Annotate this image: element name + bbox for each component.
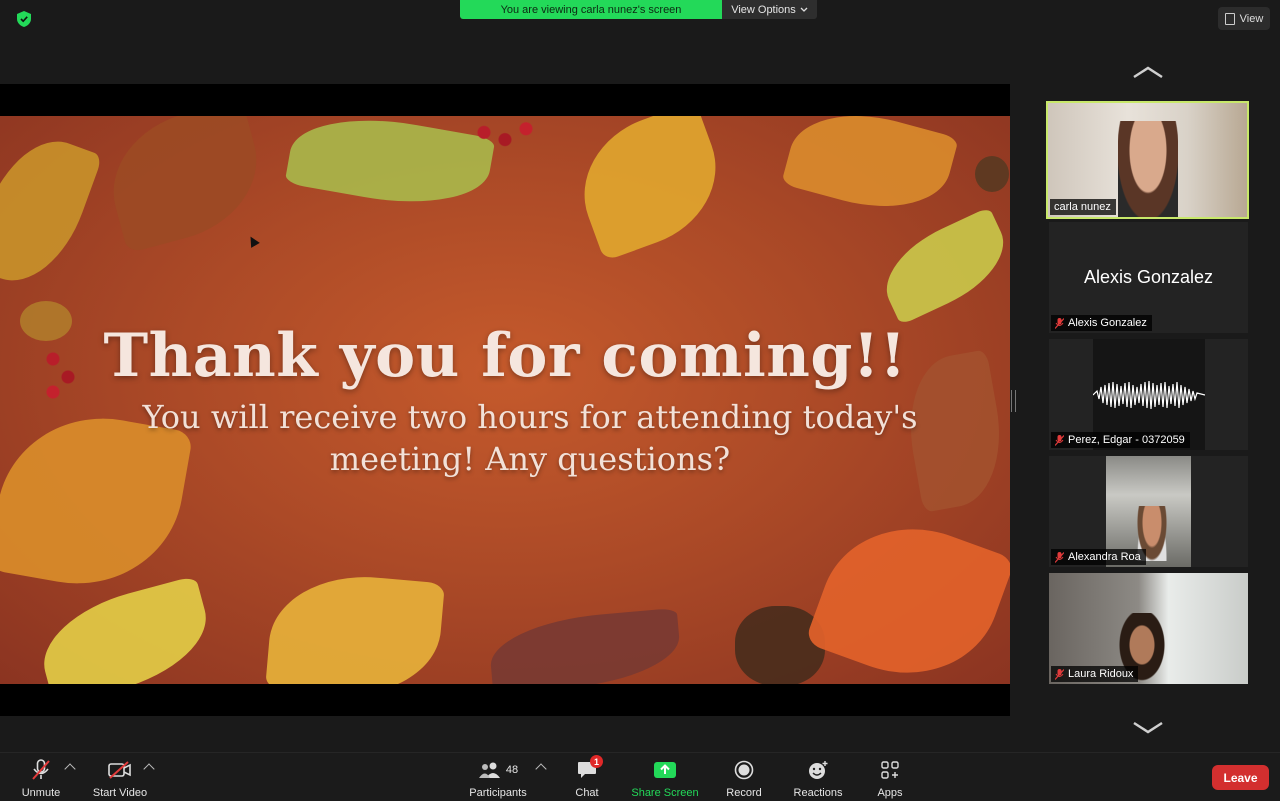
participants-count: 48 bbox=[505, 764, 519, 776]
leaf-decoration bbox=[487, 607, 683, 684]
view-options-button[interactable]: View Options bbox=[722, 0, 817, 19]
audio-waveform-icon bbox=[1093, 380, 1205, 410]
view-options-label: View Options bbox=[731, 3, 796, 16]
leaf-decoration bbox=[804, 501, 1010, 684]
participant-name: Alexandra Roa bbox=[1068, 551, 1141, 563]
participants-label: Participants bbox=[469, 787, 527, 799]
apps-icon bbox=[881, 759, 899, 781]
record-label: Record bbox=[726, 787, 762, 799]
slide-title: Thank you for coming!! bbox=[103, 321, 907, 391]
participants-icon bbox=[478, 762, 500, 778]
video-tile-active-speaker[interactable]: carla nunez bbox=[1046, 101, 1249, 219]
reactions-label: Reactions bbox=[793, 787, 843, 799]
meeting-toolbar: Unmute Start Video 48 Participants 1 Cha… bbox=[0, 752, 1280, 801]
leaf-decoration bbox=[563, 116, 737, 262]
participants-options-caret-icon[interactable] bbox=[535, 763, 547, 775]
muted-mic-icon bbox=[1054, 668, 1065, 680]
pinecone-decoration bbox=[735, 606, 825, 684]
chevron-down-icon bbox=[800, 7, 808, 12]
tile-name-label: Laura Ridoux bbox=[1051, 666, 1139, 682]
participants-icon-group: 48 bbox=[478, 759, 518, 781]
leaf-decoration bbox=[0, 125, 103, 297]
top-bar: You are viewing carla nunez's screen Vie… bbox=[0, 0, 1280, 38]
record-button[interactable]: Record bbox=[724, 759, 764, 799]
share-screen-button[interactable]: Share Screen bbox=[630, 759, 700, 799]
start-video-button[interactable]: Start Video bbox=[90, 759, 150, 799]
leaf-decoration bbox=[871, 206, 1010, 326]
chat-label: Chat bbox=[575, 787, 599, 799]
share-screen-icon bbox=[654, 759, 676, 781]
video-tile[interactable]: Alexis Gonzalez Alexis Gonzalez bbox=[1049, 222, 1248, 333]
participant-display-name: Alexis Gonzalez bbox=[1083, 267, 1214, 287]
berries-decoration bbox=[470, 118, 540, 154]
video-tile[interactable]: Alexandra Roa bbox=[1049, 456, 1248, 567]
apps-button[interactable]: Apps bbox=[872, 759, 908, 799]
view-label: View bbox=[1239, 12, 1264, 25]
video-tile[interactable]: Laura Ridoux bbox=[1049, 573, 1248, 684]
tile-name-label: Alexis Gonzalez bbox=[1051, 315, 1152, 331]
video-tile[interactable]: Perez, Edgar - 0372059 bbox=[1049, 339, 1248, 450]
chat-unread-badge: 1 bbox=[590, 755, 603, 768]
unmute-button[interactable]: Unmute bbox=[20, 759, 62, 799]
tile-name-label: carla nunez bbox=[1050, 199, 1116, 215]
tile-name-label: Alexandra Roa bbox=[1051, 549, 1146, 565]
gallery-up-button[interactable] bbox=[1132, 64, 1164, 80]
tile-name-label: Perez, Edgar - 0372059 bbox=[1051, 432, 1190, 448]
participant-person bbox=[1118, 121, 1178, 217]
leaf-decoration bbox=[31, 575, 219, 684]
slide-subtitle: You will receive two hours for attending… bbox=[142, 398, 918, 478]
presentation-slide: Thank you for coming!! You will receive … bbox=[0, 116, 1010, 684]
gallery-down-button[interactable] bbox=[1132, 720, 1164, 736]
leaf-decoration bbox=[97, 116, 273, 254]
record-icon bbox=[734, 759, 754, 781]
chevron-down-icon bbox=[1133, 721, 1163, 734]
participant-name: Alexis Gonzalez bbox=[1068, 317, 1147, 329]
participant-name: Laura Ridoux bbox=[1068, 668, 1134, 680]
reactions-icon bbox=[807, 759, 829, 781]
chat-button[interactable]: 1 Chat bbox=[568, 755, 606, 799]
view-layout-icon bbox=[1224, 12, 1235, 25]
share-screen-label: Share Screen bbox=[631, 787, 699, 799]
participant-name: carla nunez bbox=[1054, 201, 1111, 213]
leaf-decoration bbox=[265, 568, 445, 684]
muted-mic-icon bbox=[1054, 434, 1065, 446]
security-shield-icon[interactable] bbox=[12, 8, 36, 30]
mouse-pointer-icon bbox=[246, 234, 260, 248]
video-off-icon bbox=[108, 759, 132, 781]
audio-options-caret-icon[interactable] bbox=[64, 763, 76, 775]
muted-mic-icon bbox=[1054, 551, 1065, 563]
start-video-label: Start Video bbox=[92, 787, 148, 799]
acorn-decoration bbox=[975, 156, 1009, 192]
chat-icon-wrap: 1 bbox=[577, 755, 603, 781]
participants-button[interactable]: 48 Participants bbox=[466, 759, 530, 799]
apps-label: Apps bbox=[877, 787, 903, 799]
chevron-up-icon bbox=[1133, 66, 1163, 79]
view-button[interactable]: View bbox=[1218, 7, 1270, 30]
muted-mic-icon bbox=[1054, 317, 1065, 329]
unmute-label: Unmute bbox=[21, 787, 61, 799]
leaf-decoration bbox=[781, 116, 959, 226]
reactions-button[interactable]: Reactions bbox=[791, 759, 845, 799]
leave-button[interactable]: Leave bbox=[1212, 765, 1269, 790]
leaf-decoration bbox=[284, 116, 496, 218]
participant-name: Perez, Edgar - 0372059 bbox=[1068, 434, 1185, 446]
muted-mic-icon bbox=[32, 759, 50, 781]
panel-resize-handle[interactable] bbox=[1011, 390, 1016, 412]
viewing-screen-banner: You are viewing carla nunez's screen bbox=[460, 0, 722, 19]
